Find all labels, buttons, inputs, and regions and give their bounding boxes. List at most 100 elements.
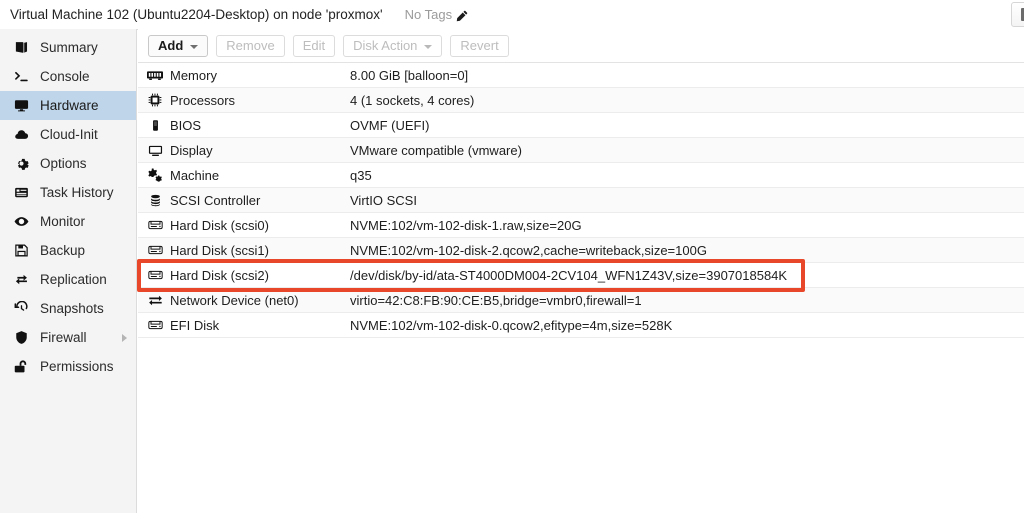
display-icon [144, 143, 166, 158]
gear-icon [14, 156, 34, 172]
collapse-panel-icon [1020, 8, 1024, 21]
button-label: Remove [226, 38, 275, 53]
row-value: q35 [350, 167, 372, 183]
terminal-icon [14, 69, 34, 85]
book-icon [14, 40, 34, 56]
sidebar-item-summary[interactable]: Summary [0, 33, 136, 62]
table-row[interactable]: Network Device (net0) virtio=42:C8:FB:90:… [138, 288, 1024, 313]
remove-button: Remove [216, 34, 285, 57]
proxmox-vm-hardware-page: Virtual Machine 102 (Ubuntu2204-Desktop)… [0, 0, 1024, 513]
row-key: Display [170, 142, 213, 158]
sidebar-item-monitor[interactable]: Monitor [0, 207, 136, 236]
collapse-panel-button[interactable] [1011, 2, 1024, 27]
sidebar-item-label: Monitor [40, 214, 86, 229]
row-value: 4 (1 sockets, 4 cores) [350, 92, 475, 108]
row-key: Hard Disk (scsi0) [170, 217, 269, 233]
harddisk-icon [144, 219, 166, 231]
network-icon [144, 293, 166, 308]
sidebar-item-console[interactable]: Console [0, 62, 136, 91]
harddisk-icon [144, 244, 166, 256]
sidebar-item-task-history[interactable]: Task History [0, 178, 136, 207]
table-row[interactable]: Hard Disk (scsi1) NVME:102/vm-102-disk-2.… [138, 238, 1024, 263]
row-value: NVME:102/vm-102-disk-2.qcow2,cache=write… [350, 242, 707, 258]
row-value: virtio=42:C8:FB:90:CE:B5,bridge=vmbr0,fi… [350, 292, 642, 308]
button-label: Edit [302, 38, 326, 53]
row-value: NVME:102/vm-102-disk-0.qcow2,efitype=4m,… [350, 317, 673, 333]
row-value: VirtIO SCSI [350, 192, 417, 208]
sidebar-item-hardware[interactable]: Hardware [0, 91, 136, 120]
sidebar-item-label: Cloud-Init [40, 127, 98, 142]
vm-sidebar-nav: Summary Console Hardware Cloud-Init Options T… [0, 29, 137, 513]
row-value: OVMF (UEFI) [350, 117, 430, 133]
row-value: VMware compatible (vmware) [350, 142, 522, 158]
button-label: Revert [460, 38, 499, 53]
row-key: Machine [170, 167, 220, 183]
revert-button: Revert [450, 34, 509, 57]
row-key: Hard Disk (scsi1) [170, 242, 269, 258]
table-row[interactable]: SCSI Controller VirtIO SCSI [138, 188, 1024, 213]
cloud-icon [14, 127, 34, 143]
history-icon [14, 301, 34, 317]
sidebar-item-label: Firewall [40, 330, 87, 345]
row-value: /dev/disk/by-id/ata-ST4000DM004-2CV104_W… [350, 267, 788, 283]
disk-action-button: Disk Action [343, 34, 443, 57]
row-key: EFI Disk [170, 317, 220, 333]
sidebar-item-snapshots[interactable]: Snapshots [0, 294, 136, 323]
row-key: Processors [170, 92, 236, 108]
row-key: BIOS [170, 117, 202, 133]
sidebar-item-label: Backup [40, 243, 86, 258]
chevron-down-icon [190, 44, 199, 49]
hardware-toolbar: Add Remove Edit Disk Action Revert [138, 29, 1024, 63]
eye-icon [14, 214, 34, 230]
row-key: Network Device (net0) [170, 292, 299, 308]
sidebar-item-replication[interactable]: Replication [0, 265, 136, 294]
sidebar-item-permissions[interactable]: Permissions [0, 352, 136, 381]
row-key: SCSI Controller [170, 192, 261, 208]
header-right-controls [1011, 0, 1024, 29]
chevron-down-icon [424, 44, 433, 49]
replication-icon [14, 272, 34, 288]
harddisk-icon [144, 319, 166, 331]
monitor-icon [14, 98, 34, 114]
page-header: Virtual Machine 102 (Ubuntu2204-Desktop)… [0, 0, 1024, 30]
add-button[interactable]: Add [148, 34, 209, 57]
table-row[interactable]: Memory 8.00 GiB [balloon=0] [138, 63, 1024, 88]
sidebar-item-label: Console [40, 69, 90, 84]
sidebar-item-label: Summary [40, 40, 98, 55]
gears-icon [144, 168, 166, 182]
vm-tags[interactable]: No Tags [405, 7, 468, 22]
floppy-icon [14, 243, 34, 259]
pencil-icon[interactable] [456, 10, 468, 22]
table-row[interactable]: Machine q35 [138, 163, 1024, 188]
sidebar-item-label: Snapshots [40, 301, 104, 316]
table-row[interactable]: Display VMware compatible (vmware) [138, 138, 1024, 163]
sidebar-item-firewall[interactable]: Firewall [0, 323, 136, 352]
sidebar-item-cloud-init[interactable]: Cloud-Init [0, 120, 136, 149]
chevron-right-icon [122, 333, 127, 342]
edit-button: Edit [292, 34, 336, 57]
sidebar-item-label: Hardware [40, 98, 99, 113]
sidebar-item-label: Task History [40, 185, 114, 200]
table-row[interactable]: Hard Disk (scsi0) NVME:102/vm-102-disk-1.… [138, 213, 1024, 238]
bios-icon [144, 119, 166, 132]
table-row[interactable]: Hard Disk (scsi2) /dev/disk/by-id/ata-ST4… [138, 263, 1024, 288]
table-row[interactable]: BIOS OVMF (UEFI) [138, 113, 1024, 138]
main-panel: Add Remove Edit Disk Action Revert Memory 8.0… [137, 29, 1024, 513]
sidebar-item-label: Replication [40, 272, 107, 287]
sidebar-item-backup[interactable]: Backup [0, 236, 136, 265]
page-title: Virtual Machine 102 (Ubuntu2204-Desktop)… [10, 7, 383, 22]
tags-label: No Tags [404, 7, 453, 22]
row-value: NVME:102/vm-102-disk-1.raw,size=20G [350, 217, 582, 233]
harddisk-icon [144, 269, 166, 281]
row-key: Memory [170, 67, 217, 83]
sidebar-item-options[interactable]: Options [0, 149, 136, 178]
unlock-icon [14, 359, 34, 375]
row-key: Hard Disk (scsi2) [170, 267, 269, 283]
memory-icon [144, 70, 166, 81]
cpu-icon [144, 93, 166, 107]
row-value: 8.00 GiB [balloon=0] [350, 67, 469, 83]
button-label: Add [158, 38, 184, 53]
table-row[interactable]: Processors 4 (1 sockets, 4 cores) [138, 88, 1024, 113]
database-icon [144, 194, 166, 207]
table-row[interactable]: EFI Disk NVME:102/vm-102-disk-0.qcow2,efi… [138, 313, 1024, 338]
